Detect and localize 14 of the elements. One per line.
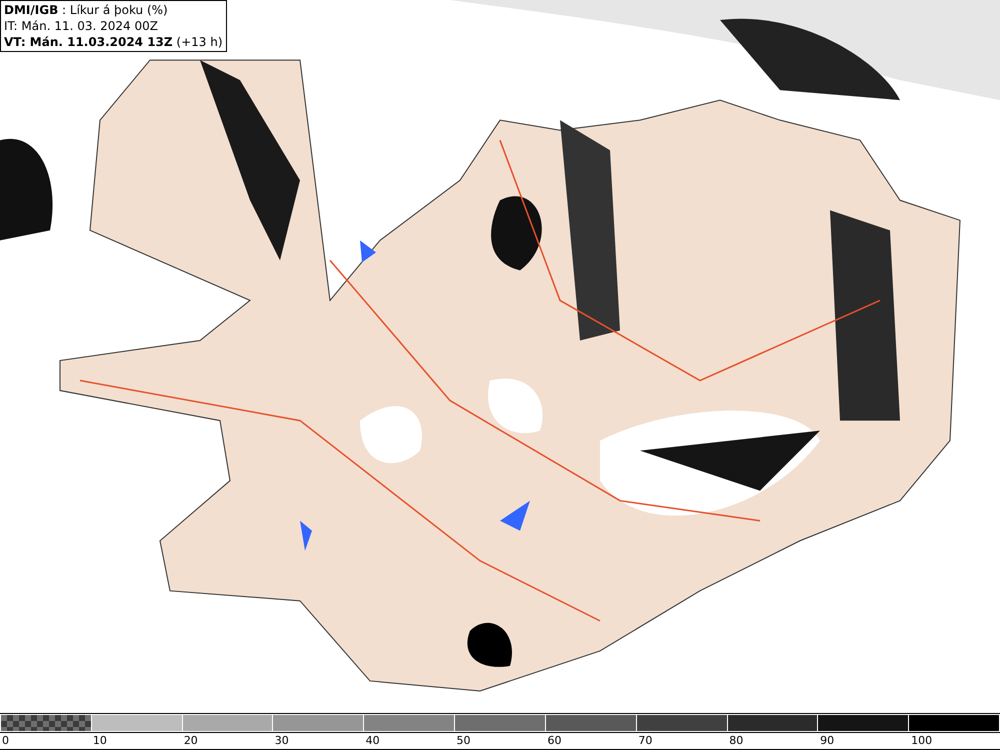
legend-label: 80 (728, 734, 744, 747)
legend-label: 100 (910, 734, 932, 747)
map-title-line: DMI/IGB : Líkur á þoku (%) (4, 2, 169, 18)
legend-label: 60 (546, 734, 562, 747)
legend-label: 70 (637, 734, 652, 747)
legend-label: 0 (1, 734, 9, 747)
legend-label: 40 (364, 734, 380, 747)
legend-label: 50 (456, 734, 471, 747)
map-title-line: IT: Mán. 11. 03. 2024 00Z (4, 18, 159, 34)
legend-label: 90 (819, 734, 834, 747)
legend-label: 20 (182, 734, 198, 747)
map-title-line: VT: Mán. 11.03.2024 13Z (+13 h) (4, 34, 223, 50)
legend-label: 30 (274, 734, 289, 747)
legend-label: 10 (92, 734, 107, 747)
